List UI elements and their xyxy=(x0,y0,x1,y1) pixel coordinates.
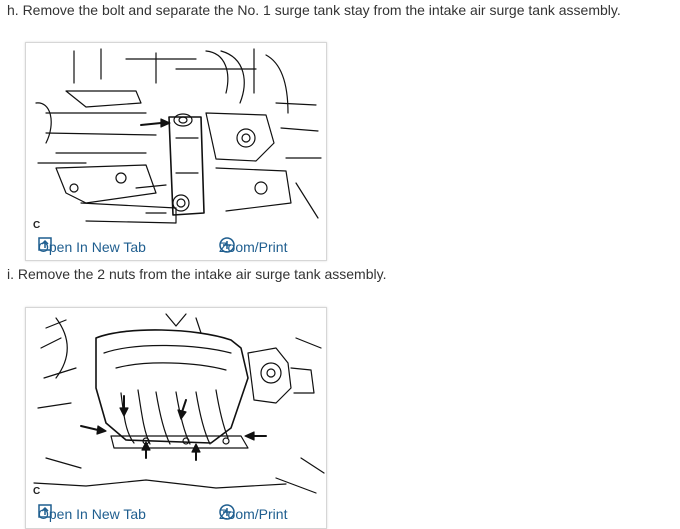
open-in-new-tab-link[interactable]: Open In New Tab xyxy=(38,237,146,257)
surge-tank-nuts-illustration xyxy=(33,313,325,494)
zoom-print-link[interactable]: Zoom/Print xyxy=(219,237,287,257)
zoom-print-link[interactable]: Zoom/Print xyxy=(219,504,287,524)
figure-surge-tank-stay: C Open In New Tab Zoom/Print xyxy=(25,42,327,261)
open-in-new-tab-label: Open In New Tab xyxy=(38,506,146,522)
open-in-new-tab-icon xyxy=(38,237,52,251)
surge-tank-stay-illustration xyxy=(35,48,322,224)
figure-caption: C xyxy=(33,486,41,497)
step-h-instruction: h. Remove the bolt and separate the No. … xyxy=(7,2,621,18)
figure-caption: C xyxy=(33,220,41,231)
figure-toolbar: Open In New Tab Zoom/Print xyxy=(26,504,326,524)
open-in-new-tab-label: Open In New Tab xyxy=(38,239,146,255)
figure-surge-tank-nuts: C Open In New Tab Zoom/Print xyxy=(25,307,327,529)
step-i-instruction: i. Remove the 2 nuts from the intake air… xyxy=(7,266,387,282)
zoom-plus-icon xyxy=(219,504,235,520)
open-in-new-tab-link[interactable]: Open In New Tab xyxy=(38,504,146,524)
open-in-new-tab-icon xyxy=(38,504,52,518)
figure-toolbar: Open In New Tab Zoom/Print xyxy=(26,237,326,257)
zoom-plus-icon xyxy=(219,237,235,253)
